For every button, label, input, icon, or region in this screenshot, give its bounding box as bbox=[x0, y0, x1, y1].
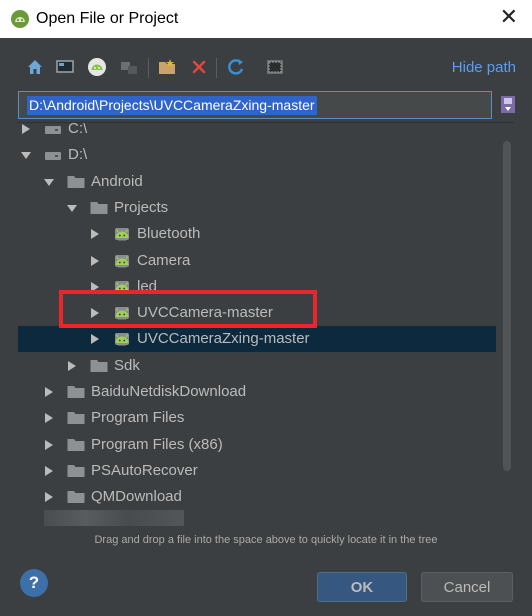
delete-icon[interactable] bbox=[188, 56, 210, 78]
tree-row-label: BaiduNetdiskDownload bbox=[91, 383, 247, 400]
folder-icon bbox=[67, 386, 85, 398]
tree-row-label: Sdk bbox=[114, 356, 140, 374]
tree-row-label: led bbox=[137, 277, 158, 295]
tree-row[interactable]: Program Files bbox=[18, 405, 496, 431]
drive-icon bbox=[45, 126, 61, 134]
redacted-area bbox=[44, 510, 184, 526]
expand-arrow-right-icon[interactable] bbox=[44, 412, 54, 424]
folder-icon bbox=[67, 438, 85, 451]
title-bar: Open File or Project ✕ bbox=[0, 0, 532, 38]
expand-arrow-down-icon[interactable] bbox=[67, 202, 77, 214]
tree-row[interactable]: QMDownload bbox=[18, 484, 496, 509]
expand-arrow-right-icon[interactable] bbox=[21, 123, 31, 135]
tree-row[interactable]: C:\ bbox=[18, 122, 496, 142]
android-project-icon bbox=[115, 228, 129, 241]
expand-arrow-right-icon[interactable] bbox=[44, 439, 54, 451]
expand-arrow-down-icon[interactable] bbox=[21, 149, 31, 161]
expand-arrow-right-icon[interactable] bbox=[44, 386, 54, 398]
tree-row-label: QMDownload bbox=[91, 488, 182, 506]
tree-row-label: UVCCamera-master bbox=[137, 304, 273, 322]
help-button[interactable]: ? bbox=[20, 569, 48, 597]
folder-icon bbox=[67, 175, 85, 188]
tree-row[interactable]: UVCCameraZxing-master bbox=[18, 326, 496, 353]
tree-row[interactable]: BaiduNetdiskDownload bbox=[18, 379, 496, 405]
expand-arrow-right-icon[interactable] bbox=[44, 465, 54, 477]
tree-row-label: UVCCameraZxing-master bbox=[137, 330, 310, 348]
tree-row-label: D:\ bbox=[68, 146, 88, 164]
tree-row[interactable]: led bbox=[18, 274, 496, 300]
expand-arrow-right-icon[interactable] bbox=[90, 228, 100, 240]
expand-arrow-right-icon[interactable] bbox=[90, 281, 100, 293]
tree-row[interactable]: UVCCamera-master bbox=[18, 300, 496, 326]
android-project-icon bbox=[115, 254, 129, 267]
tree-row[interactable]: Android bbox=[18, 169, 496, 195]
tree-row-label: Program Files bbox=[91, 409, 185, 427]
close-button[interactable]: ✕ bbox=[500, 6, 518, 30]
window-title: Open File or Project bbox=[36, 10, 179, 27]
tree-row[interactable]: Program Files (x86) bbox=[18, 432, 496, 458]
module-icon[interactable] bbox=[118, 56, 140, 78]
path-input-value: D:\Android\Projects\UVCCameraZxing-maste… bbox=[27, 96, 317, 115]
tree-row-label: Android bbox=[91, 172, 143, 190]
expand-arrow-right-icon[interactable] bbox=[90, 333, 100, 345]
android-project-icon bbox=[115, 333, 129, 346]
android-project-icon bbox=[115, 307, 129, 320]
tree-row[interactable]: Projects bbox=[18, 195, 496, 221]
path-history-icon[interactable] bbox=[498, 94, 518, 116]
expand-arrow-right-icon[interactable] bbox=[90, 255, 100, 267]
drive-icon bbox=[45, 152, 61, 161]
expand-arrow-right-icon[interactable] bbox=[90, 307, 100, 319]
home-icon[interactable] bbox=[24, 56, 46, 78]
tree-row-label: C:\ bbox=[68, 122, 88, 137]
show-hidden-icon[interactable] bbox=[264, 56, 286, 78]
tree-row-label: Program Files (x86) bbox=[91, 435, 223, 453]
expand-arrow-right-icon[interactable] bbox=[67, 360, 77, 372]
expand-arrow-down-icon[interactable] bbox=[44, 176, 54, 188]
ok-button[interactable]: OK bbox=[317, 572, 407, 602]
path-input[interactable]: D:\Android\Projects\UVCCameraZxing-maste… bbox=[18, 91, 492, 119]
folder-icon bbox=[67, 412, 85, 425]
refresh-icon[interactable] bbox=[225, 56, 247, 78]
toolbar-separator bbox=[216, 58, 217, 78]
cancel-button[interactable]: Cancel bbox=[421, 572, 513, 602]
folder-icon bbox=[90, 201, 108, 214]
toolbar: Hide path bbox=[0, 52, 532, 82]
new-folder-icon[interactable] bbox=[156, 56, 178, 78]
tree-row[interactable]: Sdk bbox=[18, 353, 496, 379]
file-tree[interactable]: C:\ D:\ Android Projects Bluetooth Camera led U… bbox=[18, 122, 514, 509]
tree-row[interactable]: Camera bbox=[18, 248, 496, 274]
folder-icon bbox=[67, 491, 85, 504]
tree-scrollbar-thumb[interactable] bbox=[503, 141, 511, 471]
folder-icon bbox=[90, 359, 108, 372]
tree-row-label: Bluetooth bbox=[137, 225, 201, 243]
android-studio-icon bbox=[11, 10, 29, 28]
expand-arrow-right-icon[interactable] bbox=[44, 491, 54, 503]
project-icon[interactable] bbox=[86, 56, 108, 78]
tree-row[interactable]: D:\ bbox=[18, 142, 496, 168]
drag-drop-hint: Drag and drop a file into the space abov… bbox=[94, 534, 438, 546]
tree-row-label: PSAutoRecover bbox=[91, 461, 198, 479]
folder-icon bbox=[67, 464, 85, 477]
tree-row-label: Projects bbox=[114, 198, 169, 216]
hide-path-link[interactable]: Hide path bbox=[452, 59, 516, 76]
tree-row[interactable]: PSAutoRecover bbox=[18, 458, 496, 484]
toolbar-separator bbox=[148, 58, 149, 78]
desktop-icon[interactable] bbox=[54, 56, 76, 78]
android-project-icon bbox=[115, 280, 129, 294]
tree-row-label: Camera bbox=[137, 251, 191, 269]
tree-row[interactable]: Bluetooth bbox=[18, 221, 496, 247]
